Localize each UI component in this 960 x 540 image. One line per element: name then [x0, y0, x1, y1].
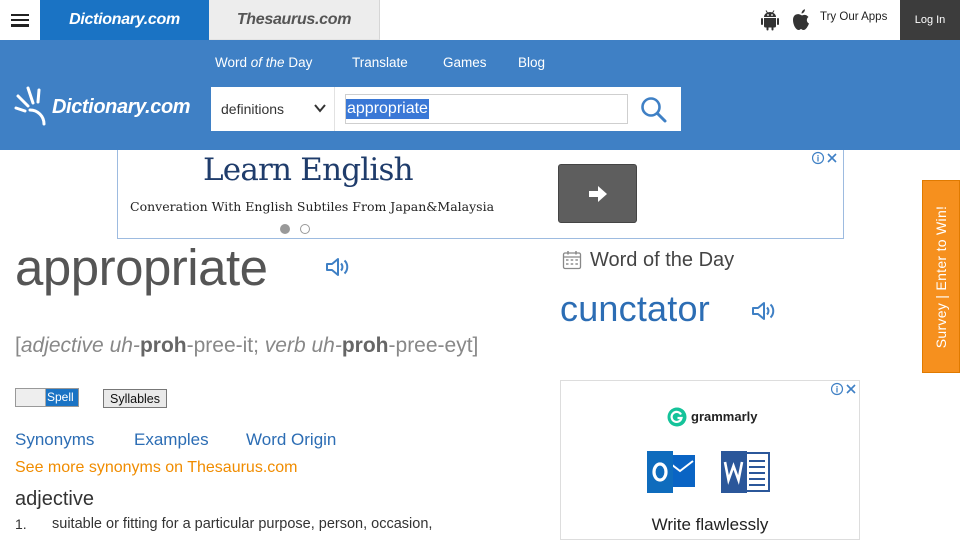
headword: appropriate: [15, 239, 268, 296]
search-query-text: appropriate: [346, 99, 429, 119]
pron-close-bracket: ]: [472, 334, 479, 357]
dictionary-logo[interactable]: Dictionary.com: [14, 84, 204, 130]
nav-wotd-word: Word: [215, 55, 248, 70]
logo-text: Dictionary.com: [52, 96, 191, 118]
grammarly-logo-icon: [667, 407, 687, 427]
search-box: definitions appropriate: [211, 87, 681, 131]
pron-pos-verb: verb: [264, 334, 306, 357]
carousel-dot[interactable]: [300, 224, 310, 234]
android-icon[interactable]: [760, 9, 780, 31]
side-advertisement[interactable]: i grammarly Write flawlessly: [560, 380, 860, 540]
svg-text:i: i: [817, 154, 820, 164]
nav-games[interactable]: Games: [443, 55, 487, 70]
pron-adj-part-a: uh-: [109, 334, 140, 357]
tab-dictionary[interactable]: Dictionary.com: [40, 0, 209, 40]
top-advertisement[interactable]: Learn English Converation With English S…: [117, 150, 844, 239]
part-of-speech-heading: adjective: [15, 488, 94, 510]
site-header: Dictionary.com Word of the Day Translate…: [0, 40, 960, 150]
spell-toggle[interactable]: Spell: [15, 388, 79, 407]
nav-word-of-the-day[interactable]: Word of the Day: [215, 55, 312, 70]
search-type-value: definitions: [221, 101, 285, 117]
pron-adj-part-c: -pree-it;: [186, 334, 259, 357]
syllables-button[interactable]: Syllables: [103, 389, 167, 408]
pron-adj-stress: proh: [139, 334, 187, 357]
search-icon[interactable]: [639, 95, 669, 125]
search-input[interactable]: appropriate: [345, 94, 628, 124]
chevron-down-icon: [314, 104, 326, 113]
spell-label: Spell: [47, 390, 74, 404]
tab-examples[interactable]: Examples: [134, 430, 209, 450]
survey-text: Survey | Enter to Win!: [933, 205, 949, 348]
definition-text: suitable or fitting for a particular pur…: [52, 516, 433, 532]
survey-tab[interactable]: Survey | Enter to Win!: [922, 180, 960, 373]
nav-translate[interactable]: Translate: [352, 55, 408, 70]
pron-pos-adjective: adjective: [20, 334, 104, 357]
svg-text:i: i: [836, 385, 839, 395]
word-icon: [721, 451, 770, 493]
arrow-right-icon: [588, 185, 607, 202]
hamburger-menu-button[interactable]: [0, 0, 40, 40]
try-our-apps-link[interactable]: Try Our Apps: [820, 11, 887, 23]
word-of-the-day-heading: Word of the Day: [590, 249, 735, 271]
thesaurus-link[interactable]: See more synonyms on Thesaurus.com: [15, 459, 298, 477]
pronunciation: [adjective uh-proh-pree-it; verb uh-proh…: [15, 335, 515, 357]
word-of-the-day-link[interactable]: cunctator: [560, 288, 710, 330]
login-button[interactable]: Log In: [900, 0, 960, 40]
pron-verb-stress: proh: [341, 334, 389, 357]
calendar-icon: [562, 251, 582, 270]
tab-word-origin[interactable]: Word Origin: [246, 430, 336, 450]
hamburger-icon: [11, 13, 29, 27]
definition-number: 1.: [15, 516, 27, 532]
nav-blog[interactable]: Blog: [518, 55, 545, 70]
tab-thesaurus[interactable]: Thesaurus.com: [209, 0, 380, 40]
nav-wotd-em: of the: [250, 55, 285, 70]
speaker-icon[interactable]: [324, 255, 352, 279]
ad-title: Learn English: [203, 152, 414, 188]
search-type-select[interactable]: definitions: [211, 87, 335, 131]
grammarly-brand: grammarly: [691, 409, 758, 424]
nav-wotd-day: Day: [288, 55, 313, 70]
pron-verb-part-a: uh-: [311, 334, 342, 357]
speaker-icon[interactable]: [750, 299, 778, 323]
ad-next-button[interactable]: [558, 164, 637, 223]
top-bar: Dictionary.com Thesaurus.com Try Our App…: [0, 0, 960, 40]
adchoices-icon[interactable]: i: [812, 151, 840, 165]
carousel-dot-active[interactable]: [280, 224, 290, 234]
tab-synonyms[interactable]: Synonyms: [15, 430, 94, 450]
toggle-knob: [16, 389, 46, 406]
pron-verb-part-c: -pree-eyt: [388, 334, 473, 357]
outlook-icon: [647, 451, 695, 493]
ad-subtitle: Converation With English Subtiles From J…: [130, 199, 495, 214]
adchoices-icon[interactable]: i: [831, 382, 859, 396]
apple-icon[interactable]: [790, 8, 812, 32]
ad-cta-text: Write flawlessly: [651, 515, 769, 534]
